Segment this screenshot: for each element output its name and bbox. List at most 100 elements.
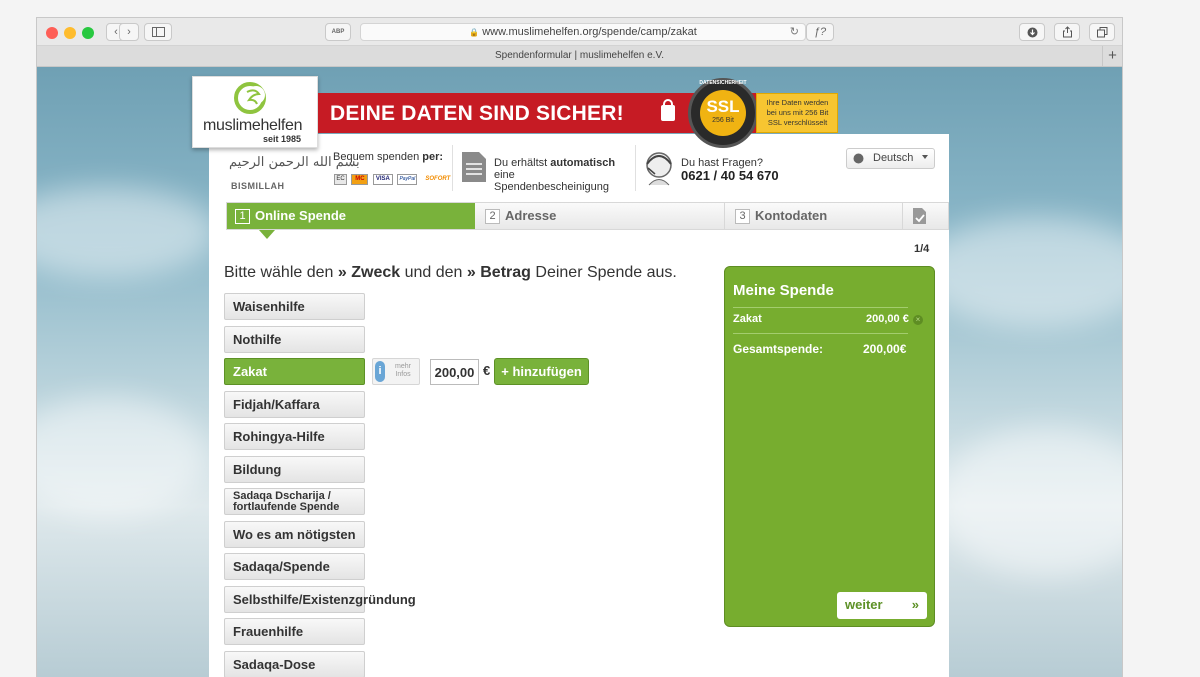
active-step-pointer bbox=[259, 230, 275, 239]
purpose-button-wo-es-am-noetigsten[interactable]: Wo es am nötigsten bbox=[224, 521, 365, 548]
download-icon bbox=[1027, 27, 1037, 38]
step-label: Adresse bbox=[505, 208, 557, 223]
more-info-text: mehr Infos bbox=[395, 363, 411, 378]
document-icon bbox=[462, 152, 486, 182]
caret-down-icon bbox=[922, 155, 928, 159]
sofort-icon: SOFORT bbox=[421, 175, 454, 186]
url-text: www.muslimehelfen.org/spende/camp/zakat bbox=[482, 26, 697, 38]
sidebar-icon bbox=[151, 27, 165, 37]
padlock-icon bbox=[661, 99, 675, 121]
purpose-button-sadaqa-dose[interactable]: Sadaqa-Dose bbox=[224, 651, 365, 677]
lock-icon: 🔒 bbox=[469, 28, 480, 37]
ssl-seal: DATENSICHERHEIT SSL 256 Bit bbox=[688, 78, 758, 148]
document-check-icon bbox=[913, 208, 926, 224]
banner-headline: DEINE DATEN SIND SICHER! bbox=[330, 102, 624, 125]
globe-icon bbox=[853, 153, 864, 164]
receipt-text-1: Du erhältst bbox=[494, 157, 548, 169]
header-divider bbox=[452, 145, 453, 191]
logo[interactable]: muslimehelfen seit 1985 bbox=[192, 76, 318, 148]
step-adresse[interactable]: 2 Adresse bbox=[477, 203, 725, 229]
more-info-button[interactable]: i mehr Infos bbox=[372, 358, 420, 385]
paypal-icon: PayPal bbox=[397, 174, 418, 185]
step-kontodaten[interactable]: 3 Kontodaten bbox=[727, 203, 903, 229]
language-select[interactable]: Deutsch bbox=[846, 148, 935, 169]
bismillah-label: BISMILLAH bbox=[231, 181, 285, 191]
purpose-button-zakat[interactable]: Zakat bbox=[224, 358, 365, 385]
tab-title[interactable]: Spendenformular | muslimehelfen e.V. bbox=[495, 50, 664, 61]
seal-ring-text: DATENSICHERHEIT bbox=[699, 80, 747, 86]
payment-label: Bequem spenden per: bbox=[333, 151, 443, 163]
headline-part: und den bbox=[404, 264, 463, 281]
summary-item-name: Zakat bbox=[733, 313, 762, 325]
info-icon: i bbox=[375, 361, 385, 382]
cloud bbox=[37, 397, 207, 517]
cloud bbox=[37, 187, 217, 277]
payment-label-per: per: bbox=[422, 151, 444, 163]
sidebar-toggle-button[interactable] bbox=[144, 23, 172, 41]
seal-core: SSL 256 Bit bbox=[700, 90, 746, 136]
ec-card-icon: EC bbox=[334, 174, 347, 185]
receipt-text-3: eine bbox=[494, 169, 515, 181]
amount-input[interactable]: 200,00 bbox=[430, 359, 479, 385]
adblock-button[interactable]: ABP bbox=[325, 23, 351, 41]
share-icon bbox=[1062, 26, 1072, 38]
donation-summary: Meine Spende Zakat 200,00 € × Gesamtspen… bbox=[724, 266, 935, 627]
purpose-button-nothilfe[interactable]: Nothilfe bbox=[224, 326, 365, 353]
add-button[interactable]: + hinzufügen bbox=[494, 358, 589, 385]
ssl-label: SSL bbox=[706, 97, 740, 116]
browser-window: ‹ › ABP 🔒 www.muslimehelfen.org/spende/c… bbox=[37, 18, 1122, 677]
ssl-note: Ihre Daten werden bei uns mit 256 Bit SS… bbox=[756, 93, 838, 133]
step-counter: 1/4 bbox=[914, 243, 930, 255]
total-value: 200,00€ bbox=[863, 342, 907, 356]
phone-number[interactable]: 0621 / 40 54 670 bbox=[681, 169, 779, 183]
minimize-window-button[interactable] bbox=[64, 27, 76, 39]
adblock-icon: ABP bbox=[331, 29, 345, 35]
formula-icon: ƒ? bbox=[813, 26, 827, 38]
summary-item-value: 200,00 € bbox=[866, 313, 909, 325]
chevron-right-icon: › bbox=[127, 26, 131, 38]
zoom-window-button[interactable] bbox=[82, 27, 94, 39]
formula-button[interactable]: ƒ? bbox=[806, 23, 834, 41]
ssl-bits: 256 Bit bbox=[712, 117, 734, 124]
receipt-text-4: Spendenbescheinigung bbox=[494, 181, 609, 193]
support-agent-icon bbox=[646, 152, 672, 186]
tabs-overview-button[interactable] bbox=[1089, 23, 1115, 41]
form-headline: Bitte wähle den » Zweck und den » Betrag… bbox=[224, 264, 677, 282]
purpose-button-waisenhilfe[interactable]: Waisenhilfe bbox=[224, 293, 365, 320]
purpose-button-rohingya-hilfe[interactable]: Rohingya-Hilfe bbox=[224, 423, 365, 450]
close-window-button[interactable] bbox=[46, 27, 58, 39]
summary-divider bbox=[733, 333, 908, 334]
download-button[interactable] bbox=[1019, 23, 1045, 41]
remove-item-icon[interactable]: × bbox=[913, 315, 923, 325]
purpose-button-selbsthilfe[interactable]: Selbsthilfe/Existenzgründung bbox=[224, 586, 416, 613]
share-button[interactable] bbox=[1054, 23, 1080, 41]
weiter-button[interactable]: weiter » bbox=[837, 592, 927, 619]
purpose-button-fidjah-kaffara[interactable]: Fidjah/Kaffara bbox=[224, 391, 365, 418]
purpose-button-sadaqa-spende[interactable]: Sadaqa/Spende bbox=[224, 553, 365, 580]
payment-logos: EC MC VISA PayPal SOFORT bbox=[334, 167, 454, 186]
step-online-spende[interactable]: 1 Online Spende bbox=[227, 203, 475, 229]
logo-name: muslimehelfen bbox=[203, 117, 303, 134]
headline-zweck: Zweck bbox=[351, 264, 401, 281]
tab-bar: Spendenformular | muslimehelfen e.V. + bbox=[37, 46, 1122, 67]
step-number: 3 bbox=[735, 209, 750, 224]
double-chevron-right-icon: » bbox=[911, 597, 919, 612]
reload-icon[interactable]: ↻ bbox=[790, 24, 799, 41]
purpose-button-frauenhilfe[interactable]: Frauenhilfe bbox=[224, 618, 365, 645]
summary-divider bbox=[733, 307, 908, 308]
headline-arrow: » bbox=[337, 264, 347, 281]
header-divider bbox=[635, 145, 636, 191]
headline-arrow: » bbox=[466, 264, 476, 281]
logo-emblem-icon bbox=[234, 82, 266, 114]
step-progress-bar: 1 Online Spende 2 Adresse 3 Kontodaten bbox=[226, 202, 949, 230]
total-label: Gesamtspende: bbox=[733, 342, 824, 356]
address-bar[interactable]: 🔒 www.muslimehelfen.org/spende/camp/zaka… bbox=[360, 23, 806, 41]
purpose-button-bildung[interactable]: Bildung bbox=[224, 456, 365, 483]
receipt-text-2: automatisch bbox=[550, 157, 616, 169]
forward-button[interactable]: › bbox=[119, 23, 139, 41]
chevron-left-icon: ‹ bbox=[114, 26, 118, 38]
headline-part: Deiner Spende aus. bbox=[535, 264, 677, 281]
tabs-icon bbox=[1096, 27, 1107, 38]
purpose-button-sadaqa-dscharija[interactable]: Sadaqa Dscharija / fortlaufende Spende bbox=[224, 488, 365, 515]
new-tab-button[interactable]: + bbox=[1102, 46, 1122, 66]
